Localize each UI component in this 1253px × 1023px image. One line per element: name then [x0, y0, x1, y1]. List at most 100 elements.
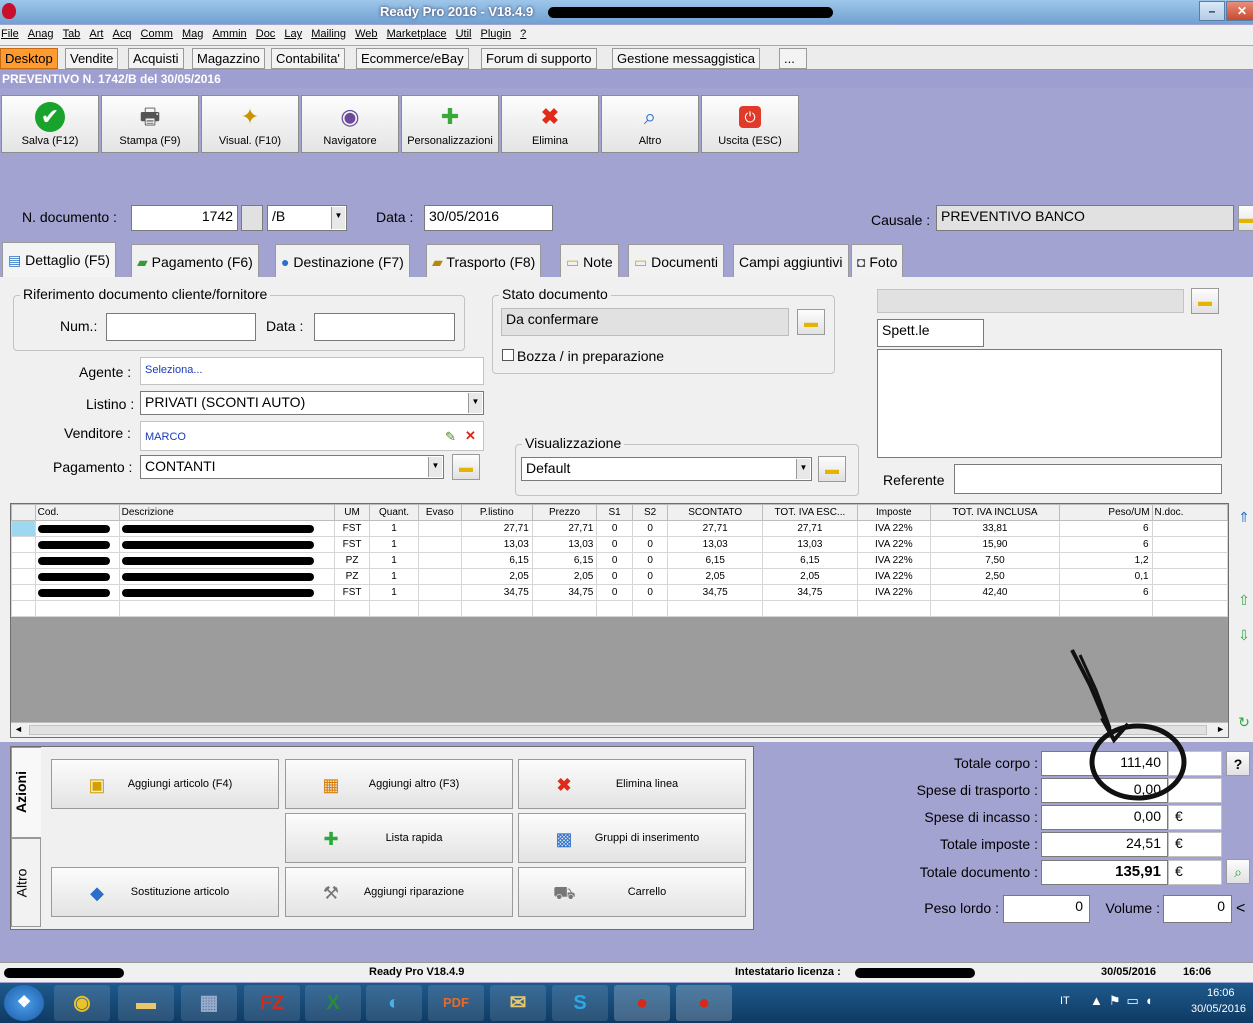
col-quant[interactable]: Quant. [369, 504, 419, 521]
start-button[interactable]: ❖ [4, 985, 44, 1021]
customize-button[interactable]: ✚ Personalizzazioni [401, 95, 499, 153]
col-peso[interactable]: Peso/UM [1059, 504, 1153, 521]
ref-num-field[interactable] [106, 313, 256, 341]
cell-7[interactable]: 0 [596, 552, 633, 569]
tab-pagamento[interactable]: ▰ Pagamento (F6) [131, 244, 259, 278]
cell-10[interactable]: 34,75 [762, 584, 858, 601]
print-button[interactable]: 🖶 Stampa (F9) [101, 95, 199, 153]
cell-4[interactable] [417, 520, 462, 537]
add-other-button[interactable]: ▦ Aggiungi altro (F3) [285, 759, 513, 809]
remove-x-icon[interactable]: ✕ [465, 428, 476, 444]
cell-7[interactable]: 0 [596, 584, 633, 601]
filezilla-icon[interactable]: FZ [244, 985, 300, 1021]
collapse-icon[interactable]: < [1236, 900, 1245, 918]
col-imposte[interactable]: Imposte [856, 504, 931, 521]
col-cod[interactable]: Cod. [34, 504, 120, 521]
move-down-icon[interactable]: ⇩ [1234, 625, 1253, 645]
cell-13[interactable]: 0,1 [1059, 568, 1153, 585]
cell-11[interactable]: IVA 22% [856, 584, 931, 601]
delete-button[interactable]: ✖ Elimina [501, 95, 599, 153]
empty-cell[interactable] [631, 600, 669, 617]
cell-13[interactable]: 1,2 [1059, 552, 1153, 569]
menu-util[interactable]: Util [455, 25, 477, 40]
tab-magazzino[interactable]: Magazzino [192, 48, 265, 69]
pdf-icon[interactable]: PDF [428, 985, 484, 1021]
cell-14[interactable] [1151, 536, 1229, 553]
col-prezzo[interactable]: Prezzo [531, 504, 598, 521]
empty-cell[interactable] [417, 600, 462, 617]
cell-1[interactable] [118, 536, 335, 553]
col-s1[interactable]: S1 [596, 504, 633, 521]
cell-6[interactable]: 27,71 [531, 520, 598, 537]
col-tot-iva-esc[interactable]: TOT. IVA ESC... [762, 504, 858, 521]
row-selector[interactable] [11, 536, 36, 553]
cell-2[interactable]: FST [333, 584, 371, 601]
empty-cell[interactable] [118, 600, 335, 617]
scroll-thumb[interactable] [29, 725, 1207, 735]
stato-folder-icon[interactable]: ▬ [797, 309, 825, 335]
excel-icon[interactable]: X [305, 985, 361, 1021]
doc-number-spinner[interactable] [241, 205, 263, 231]
ref-data-field[interactable] [314, 313, 455, 341]
cell-8[interactable]: 0 [631, 536, 669, 553]
chevron-down-icon[interactable]: ▼ [468, 393, 482, 413]
cell-0[interactable] [34, 584, 120, 601]
cell-0[interactable] [34, 520, 120, 537]
other-button[interactable]: ⌕ Altro [601, 95, 699, 153]
cell-0[interactable] [34, 552, 120, 569]
empty-cell[interactable] [667, 600, 764, 617]
cell-8[interactable]: 0 [631, 520, 669, 537]
col-tot-iva-incl[interactable]: TOT. IVA INCLUSA [929, 504, 1061, 521]
help-button[interactable]: ? [1226, 751, 1250, 776]
bozza-checkbox[interactable] [502, 349, 514, 361]
cell-11[interactable]: IVA 22% [856, 552, 931, 569]
cell-0[interactable] [34, 536, 120, 553]
row-selector[interactable] [11, 584, 36, 601]
menu-mailing[interactable]: Mailing [310, 25, 351, 40]
cell-10[interactable]: 2,05 [762, 568, 858, 585]
cliente-address-area[interactable] [877, 349, 1222, 458]
menu-marketplace[interactable]: Marketplace [386, 25, 452, 40]
menu-plugin[interactable]: Plugin [480, 25, 517, 40]
readypro-icon-2[interactable]: ● [676, 985, 732, 1021]
cell-5[interactable]: 27,71 [460, 520, 533, 537]
cell-5[interactable]: 34,75 [460, 584, 533, 601]
cell-11[interactable]: IVA 22% [856, 536, 931, 553]
cell-13[interactable]: 6 [1059, 584, 1153, 601]
empty-cell[interactable] [531, 600, 598, 617]
table-row[interactable]: FST 1 34,75 34,75 0 0 34,75 34,75 IVA 22% 42,40 6 [11, 584, 1229, 601]
pagamento-folder-icon[interactable]: ▬ [452, 454, 480, 480]
table-row[interactable]: FST 1 13,03 13,03 0 0 13,03 13,03 IVA 22% 15,90 6 [11, 536, 1229, 553]
cell-7[interactable]: 0 [596, 568, 633, 585]
row-selector[interactable] [11, 520, 36, 537]
empty-cell[interactable] [1059, 600, 1153, 617]
tab-destinazione[interactable]: ● Destinazione (F7) [275, 244, 410, 278]
cell-9[interactable]: 13,03 [667, 536, 764, 553]
cell-12[interactable]: 15,90 [929, 536, 1061, 553]
network-icon[interactable]: ▦ [181, 985, 237, 1021]
peso-lordo-value[interactable]: 0 [1003, 895, 1090, 923]
cell-6[interactable]: 2,05 [531, 568, 598, 585]
cell-5[interactable]: 2,05 [460, 568, 533, 585]
table-row[interactable]: PZ 1 2,05 2,05 0 0 2,05 2,05 IVA 22% 2,50 0,1 [11, 568, 1229, 585]
empty-cell[interactable] [11, 600, 36, 617]
cell-8[interactable]: 0 [631, 584, 669, 601]
exit-button[interactable]: ⏻ Uscita (ESC) [701, 95, 799, 153]
menu-art[interactable]: Art [88, 25, 108, 40]
cell-3[interactable]: 1 [369, 520, 419, 537]
menu-lay[interactable]: Lay [283, 25, 307, 40]
cell-12[interactable]: 42,40 [929, 584, 1061, 601]
cell-2[interactable]: PZ [333, 568, 371, 585]
navigator-button[interactable]: ◉ Navigatore [301, 95, 399, 153]
menu-ammin[interactable]: Ammin [211, 25, 251, 40]
cell-2[interactable]: FST [333, 536, 371, 553]
delete-line-button[interactable]: ✖ Elimina linea [518, 759, 746, 809]
zoom-icon[interactable]: ⌕ [1226, 859, 1250, 884]
quick-list-button[interactable]: ✚ Lista rapida [285, 813, 513, 863]
cell-7[interactable]: 0 [596, 520, 633, 537]
listino-select[interactable]: PRIVATI (SCONTI AUTO) ▼ [140, 391, 484, 415]
add-article-button[interactable]: ▣ Aggiungi articolo (F4) [51, 759, 279, 809]
clock-time[interactable]: 16:06 [1207, 987, 1235, 999]
chevron-down-icon[interactable]: ▼ [796, 459, 810, 479]
cell-14[interactable] [1151, 552, 1229, 569]
